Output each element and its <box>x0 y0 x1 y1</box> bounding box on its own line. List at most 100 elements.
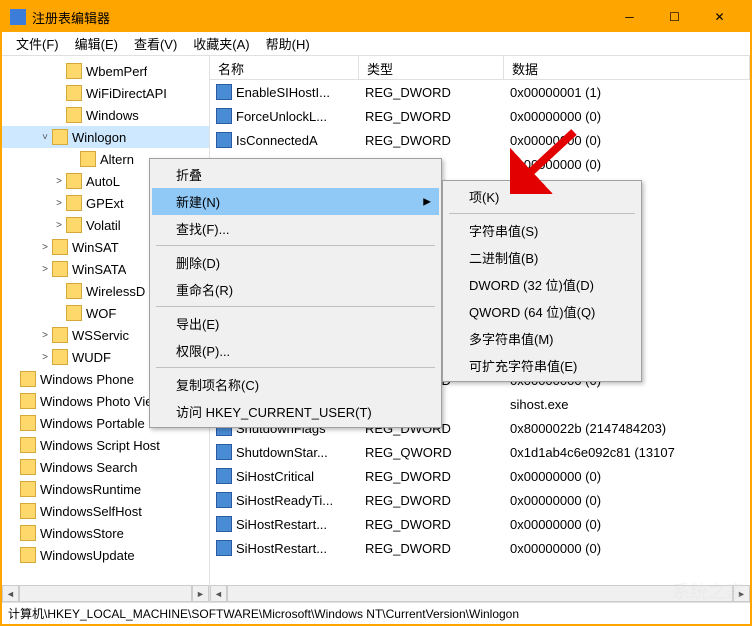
binary-value-icon <box>216 108 232 124</box>
tree-item[interactable]: WindowsSelfHost <box>2 500 209 522</box>
tree-item-label: GPExt <box>86 196 124 211</box>
tree-item[interactable]: WbemPerf <box>2 60 209 82</box>
menubar: 文件(F) 编辑(E) 查看(V) 收藏夹(A) 帮助(H) <box>2 32 750 56</box>
menu-item[interactable]: 重命名(R) <box>152 276 439 303</box>
expand-toggle-icon[interactable]: > <box>38 352 52 363</box>
cell-data: sihost.exe <box>510 397 750 412</box>
menu-item[interactable]: 导出(E) <box>152 310 439 337</box>
cell-type: REG_DWORD <box>365 85 510 100</box>
menu-item[interactable]: 复制项名称(C) <box>152 371 439 398</box>
col-data[interactable]: 数据 <box>504 56 750 79</box>
folder-icon <box>20 525 36 541</box>
table-row[interactable]: SiHostCriticalREG_DWORD0x00000000 (0) <box>210 464 750 488</box>
col-type[interactable]: 类型 <box>359 56 504 79</box>
tree-item[interactable]: WindowsUpdate <box>2 544 209 566</box>
folder-icon <box>20 371 36 387</box>
tree-item[interactable]: Windows Script Host <box>2 434 209 456</box>
scroll-right-icon[interactable]: ► <box>733 585 750 602</box>
menu-help[interactable]: 帮助(H) <box>258 32 318 55</box>
scroll-left-icon[interactable]: ◄ <box>2 585 19 602</box>
cell-data: 0x00000000 (0) <box>510 493 750 508</box>
scroll-right-icon[interactable]: ► <box>192 585 209 602</box>
tree-item-label: AutoL <box>86 174 120 189</box>
submenu-new[interactable]: 项(K)字符串值(S)二进制值(B)DWORD (32 位)值(D)QWORD … <box>442 180 642 382</box>
menu-item[interactable]: 可扩充字符串值(E) <box>445 352 639 379</box>
table-row[interactable]: EnableSIHostI...REG_DWORD0x00000001 (1) <box>210 80 750 104</box>
menu-separator <box>156 367 435 368</box>
folder-icon <box>20 393 36 409</box>
menu-separator <box>156 306 435 307</box>
minimize-button[interactable]: ─ <box>607 2 652 32</box>
binary-value-icon <box>216 444 232 460</box>
menu-item[interactable]: 权限(P)... <box>152 337 439 364</box>
cell-name: EnableSIHostI... <box>236 85 365 100</box>
tree-item-label: Altern <box>100 152 134 167</box>
tree-item[interactable]: ˅Winlogon <box>2 126 209 148</box>
menu-item[interactable]: 多字符串值(M) <box>445 325 639 352</box>
menu-item[interactable]: QWORD (64 位)值(Q) <box>445 298 639 325</box>
cell-data: 0x00000000 (0) <box>510 541 750 556</box>
expand-toggle-icon[interactable]: > <box>52 220 66 231</box>
folder-icon <box>20 503 36 519</box>
tree-item[interactable]: Windows <box>2 104 209 126</box>
cell-type: REG_DWORD <box>365 133 510 148</box>
close-button[interactable]: ✕ <box>697 2 742 32</box>
tree-item[interactable]: WindowsStore <box>2 522 209 544</box>
cell-name: SiHostRestart... <box>236 541 365 556</box>
folder-icon <box>52 327 68 343</box>
menu-separator <box>156 245 435 246</box>
menu-edit[interactable]: 编辑(E) <box>67 32 126 55</box>
tree-item-label: WindowsStore <box>40 526 124 541</box>
menu-view[interactable]: 查看(V) <box>126 32 185 55</box>
binary-value-icon <box>216 540 232 556</box>
menu-item[interactable]: 折叠 <box>152 161 439 188</box>
cell-type: REG_DWORD <box>365 541 510 556</box>
folder-icon <box>20 415 36 431</box>
tree-item-label: WirelessD <box>86 284 145 299</box>
status-path: 计算机\HKEY_LOCAL_MACHINE\SOFTWARE\Microsof… <box>8 605 519 622</box>
tree-item[interactable]: Windows Search <box>2 456 209 478</box>
list-header: 名称 类型 数据 <box>210 56 750 80</box>
tree-item[interactable]: WindowsRuntime <box>2 478 209 500</box>
col-name[interactable]: 名称 <box>210 56 359 79</box>
table-row[interactable]: IsConnectedAREG_DWORD0x00000000 (0) <box>210 128 750 152</box>
maximize-button[interactable]: ☐ <box>652 2 697 32</box>
menu-item[interactable]: 查找(F)... <box>152 215 439 242</box>
tree-item-label: Windows Script Host <box>40 438 160 453</box>
menu-item[interactable]: 访问 HKEY_CURRENT_USER(T) <box>152 398 439 425</box>
folder-icon <box>66 85 82 101</box>
menu-item[interactable]: DWORD (32 位)值(D) <box>445 271 639 298</box>
titlebar: 注册表编辑器 ─ ☐ ✕ <box>2 2 750 32</box>
cell-type: REG_DWORD <box>365 109 510 124</box>
menu-item[interactable]: 删除(D) <box>152 249 439 276</box>
tree-item-label: Windows Search <box>40 460 138 475</box>
cell-data: 0x00000000 (0) <box>510 109 750 124</box>
tree-item[interactable]: WiFiDirectAPI <box>2 82 209 104</box>
tree-item-label: Windows <box>86 108 139 123</box>
expand-toggle-icon[interactable]: > <box>38 330 52 341</box>
table-row[interactable]: SiHostRestart...REG_DWORD0x00000000 (0) <box>210 512 750 536</box>
folder-icon <box>66 217 82 233</box>
menu-favorites[interactable]: 收藏夹(A) <box>185 32 257 55</box>
expand-toggle-icon[interactable]: > <box>38 264 52 275</box>
cell-data: 0x1d1ab4c6e092c81 (13107 <box>510 445 750 460</box>
folder-icon <box>20 437 36 453</box>
expand-toggle-icon[interactable]: > <box>52 176 66 187</box>
table-row[interactable]: SiHostReadyTi...REG_DWORD0x00000000 (0) <box>210 488 750 512</box>
list-scrollbar[interactable]: ◄ ► <box>210 585 750 602</box>
menu-item[interactable]: 字符串值(S) <box>445 217 639 244</box>
expand-toggle-icon[interactable]: > <box>52 198 66 209</box>
table-row[interactable]: SiHostRestart...REG_DWORD0x00000000 (0) <box>210 536 750 560</box>
expand-toggle-icon[interactable]: > <box>38 242 52 253</box>
context-menu[interactable]: 折叠新建(N)▶查找(F)... 删除(D)重命名(R) 导出(E)权限(P)...… <box>149 158 442 428</box>
tree-item-label: WinSATA <box>72 262 126 277</box>
scroll-left-icon[interactable]: ◄ <box>210 585 227 602</box>
menu-item[interactable]: 新建(N)▶ <box>152 188 439 215</box>
table-row[interactable]: ShutdownStar...REG_QWORD0x1d1ab4c6e092c8… <box>210 440 750 464</box>
tree-item-label: WOF <box>86 306 116 321</box>
table-row[interactable]: ForceUnlockL...REG_DWORD0x00000000 (0) <box>210 104 750 128</box>
tree-scrollbar[interactable]: ◄ ► <box>2 585 209 602</box>
menu-item[interactable]: 二进制值(B) <box>445 244 639 271</box>
expand-toggle-icon[interactable]: ˅ <box>38 132 52 143</box>
menu-file[interactable]: 文件(F) <box>8 32 67 55</box>
